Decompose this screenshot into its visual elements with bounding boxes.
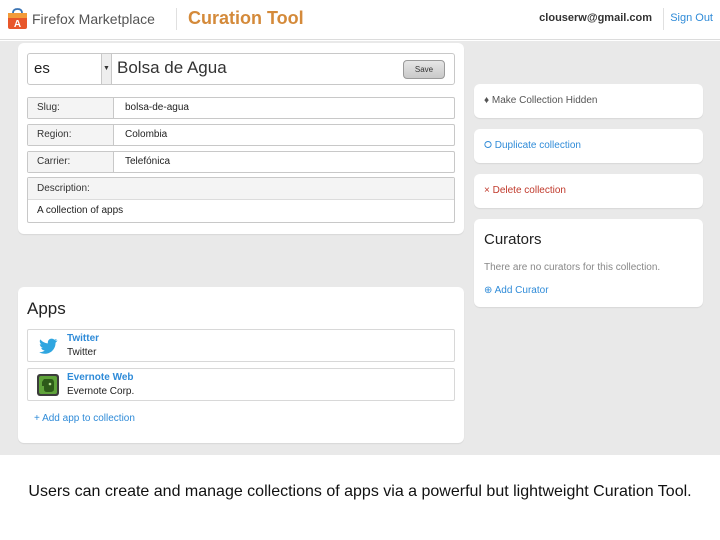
save-button[interactable]: Save	[403, 60, 445, 79]
app-developer: Twitter	[67, 347, 97, 358]
region-label: Region:	[28, 125, 114, 145]
language-value: es	[34, 60, 50, 77]
brand-name[interactable]: Firefox Marketplace	[32, 11, 155, 27]
app-name-link[interactable]: Twitter	[67, 333, 99, 344]
sign-out-link[interactable]: Sign Out	[670, 12, 713, 24]
make-hidden-link[interactable]: ♦ Make Collection Hidden	[484, 95, 598, 106]
curators-card: Curators There are no curators for this …	[474, 219, 703, 307]
app-developer: Evernote Corp.	[67, 386, 135, 397]
description-field: Description: A collection of apps	[27, 177, 455, 223]
curators-empty-message: There are no curators for this collectio…	[484, 262, 661, 273]
header-divider	[176, 8, 177, 30]
user-email: clouserw@gmail.com	[539, 12, 652, 24]
add-curator-link[interactable]: ⊕ Add Curator	[484, 285, 549, 296]
page-title: Curation Tool	[188, 8, 304, 28]
apps-heading: Apps	[27, 299, 66, 318]
slug-label: Slug:	[28, 98, 114, 118]
description-input[interactable]: A collection of apps	[28, 200, 454, 222]
apps-card: Apps Twitter Twitter Evernote Web Everno…	[18, 287, 464, 443]
collection-details-card: es ▼ Bolsa de Agua Save Slug: bolsa-de-a…	[18, 43, 464, 234]
twitter-bird-icon	[39, 338, 58, 354]
marketplace-bag-icon[interactable]: A	[7, 8, 28, 30]
language-select[interactable]: es ▼	[28, 54, 112, 84]
slug-input[interactable]: bolsa-de-agua	[125, 98, 189, 118]
add-app-link[interactable]: + Add app to collection	[34, 413, 135, 424]
region-select[interactable]: Colombia	[125, 125, 167, 145]
app-name-link[interactable]: Evernote Web	[67, 372, 134, 383]
duplicate-collection-card: ⭘ Duplicate collection	[474, 129, 703, 163]
region-field: Region: Colombia	[27, 124, 455, 146]
carrier-label: Carrier:	[28, 152, 114, 172]
app-list-item[interactable]: Evernote Web Evernote Corp.	[27, 368, 455, 401]
slug-field: Slug: bolsa-de-agua	[27, 97, 455, 119]
evernote-elephant-icon	[37, 374, 59, 396]
chevron-down-icon[interactable]: ▼	[101, 54, 111, 84]
duplicate-collection-link[interactable]: ⭘ Duplicate collection	[484, 140, 581, 151]
top-header: A Firefox Marketplace Curation Tool clou…	[0, 0, 720, 40]
app-list-item[interactable]: Twitter Twitter	[27, 329, 455, 362]
delete-collection-card: × Delete collection	[474, 174, 703, 208]
carrier-field: Carrier: Telefónica	[27, 151, 455, 173]
slide-caption: Users can create and manage collections …	[28, 483, 692, 500]
collection-name-row: es ▼ Bolsa de Agua Save	[27, 53, 455, 85]
collection-name-input[interactable]: Bolsa de Agua	[117, 58, 227, 78]
header-divider	[663, 8, 664, 30]
carrier-select[interactable]: Telefónica	[125, 152, 170, 172]
curators-heading: Curators	[484, 231, 542, 248]
hide-collection-card: ♦ Make Collection Hidden	[474, 84, 703, 118]
svg-text:A: A	[14, 19, 21, 30]
delete-collection-link[interactable]: × Delete collection	[484, 185, 566, 196]
description-label: Description:	[28, 178, 454, 200]
